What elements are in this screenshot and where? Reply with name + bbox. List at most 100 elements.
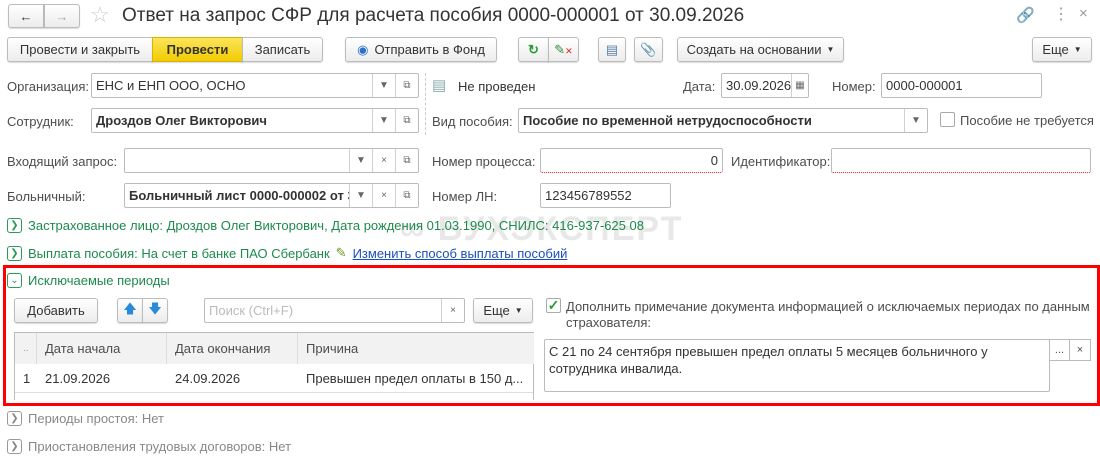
ln-field[interactable]: 123456789552 [540, 183, 671, 208]
org-label: Организация: [7, 79, 90, 94]
back-button[interactable]: ← [8, 4, 44, 28]
post-and-close-button[interactable]: Провести и закрыть [7, 37, 153, 62]
dropdown-button[interactable]: ▼ [349, 184, 372, 207]
save-button[interactable]: Записать [242, 37, 323, 62]
attach-button[interactable]: 📎 [634, 37, 663, 62]
chevron-right-icon: ❯ [7, 411, 22, 426]
open-button[interactable]: ⧉ [395, 184, 418, 207]
dropdown-button[interactable]: ▼ [372, 74, 395, 97]
open-button[interactable]: ⧉ [395, 109, 418, 132]
downtime-group[interactable]: ❯ Периоды простоя: Нет [7, 411, 164, 426]
benefit-type-label: Вид пособия: [432, 114, 513, 129]
paperclip-icon: 📎 [640, 41, 657, 57]
report-button[interactable]: ▤ [598, 37, 626, 62]
ln-label: Номер ЛН: [432, 189, 498, 204]
page-title: Ответ на запрос СФР для расчета пособия … [122, 5, 745, 26]
create-based-label: Создать на основании [686, 42, 822, 57]
suspension-text: Приостановления трудовых договоров: Нет [28, 439, 292, 454]
excluded-title: Исключаемые периоды [28, 273, 170, 288]
forward-button[interactable]: → [44, 4, 80, 28]
open-button[interactable]: ⧉ [395, 149, 418, 172]
incoming-field[interactable]: ▼ × ⧉ [124, 148, 419, 173]
cell-end: 24.09.2026 [175, 371, 241, 386]
employee-field[interactable]: Дроздов Олег Викторович ▼ ⧉ [91, 108, 419, 133]
note-textarea[interactable]: С 21 по 24 сентября превышен предел опла… [544, 339, 1050, 392]
move-down-button[interactable]: 🡇 [142, 298, 168, 323]
fund-icon: ◉ [357, 41, 369, 57]
dropdown-button[interactable]: ▼ [904, 109, 927, 132]
chevron-down-icon: ⌄ [7, 273, 22, 288]
note-checkbox[interactable]: ✓ [546, 298, 561, 313]
note-checkbox-label: Дополнить примечание документа информаци… [566, 299, 1090, 330]
open-button[interactable]: ⧉ [395, 74, 418, 97]
table-more-button[interactable]: Еще ▼ [473, 298, 533, 323]
refresh-button[interactable]: ↻ [518, 37, 549, 62]
process-value: 0 [710, 153, 718, 168]
cancel-post-button[interactable]: ✎✕ [548, 37, 579, 62]
payment-text: Выплата пособия: На счет в банке ПАО Сбе… [28, 245, 330, 261]
date-label: Дата: [683, 79, 716, 94]
cell-index: 1 [23, 371, 31, 386]
add-button[interactable]: Добавить [14, 298, 98, 323]
chevron-down-icon: ▼ [826, 45, 835, 54]
clear-button[interactable]: × [372, 184, 395, 207]
clear-button[interactable]: × [372, 149, 395, 172]
process-label: Номер процесса: [432, 154, 536, 169]
document-icon: ▤ [432, 77, 447, 94]
note-clear-button[interactable]: × [1069, 339, 1091, 361]
date-field[interactable]: 30.09.2026 ▦ [721, 73, 809, 98]
refresh-icon: ↻ [528, 41, 539, 57]
more-button[interactable]: Еще ▼ [1032, 37, 1092, 62]
search-input[interactable]: Поиск (Ctrl+F) × [204, 298, 465, 323]
number-value: 0000-000001 [886, 78, 963, 93]
excluded-table: .. Дата начала Дата окончания Причина 1 … [14, 332, 534, 400]
chevron-right-icon: ❯ [7, 218, 22, 233]
arrow-up-icon: 🡅 [123, 300, 137, 316]
move-up-button[interactable]: 🡅 [117, 298, 143, 323]
status-text: Не проведен [458, 79, 536, 94]
payment-group[interactable]: ❯ Выплата пособия: На счет в банке ПАО Сб… [7, 245, 567, 261]
dropdown-button[interactable]: ▼ [349, 149, 372, 172]
table-row[interactable]: 1 21.09.2026 24.09.2026 Превышен предел … [15, 333, 533, 393]
incoming-label: Входящий запрос: [7, 154, 118, 169]
sick-value: Больничный лист 0000-000002 от 30.09.202… [129, 188, 349, 203]
not-required-checkbox[interactable] [940, 112, 955, 127]
number-field[interactable]: 0000-000001 [881, 73, 1042, 98]
not-required-label: Пособие не требуется [960, 113, 1094, 128]
pencil-icon: ✎ [335, 245, 347, 260]
process-field[interactable]: 0 [540, 148, 723, 173]
more-vertical-icon[interactable]: ⋮ [1053, 4, 1069, 24]
org-field[interactable]: ЕНС и ЕНП ООО, ОСНО ▼ ⧉ [91, 73, 419, 98]
excluded-periods-group[interactable]: ⌄ Исключаемые периоды [7, 273, 170, 288]
cell-start: 21.09.2026 [45, 371, 111, 386]
identifier-field[interactable] [831, 148, 1091, 173]
date-value: 30.09.2026 [726, 78, 792, 93]
search-placeholder: Поиск (Ctrl+F) [209, 303, 294, 318]
suspension-group[interactable]: ❯ Приостановления трудовых договоров: Нет [7, 439, 291, 454]
dropdown-button[interactable]: ▼ [372, 109, 395, 132]
chevron-right-icon: ❯ [7, 439, 22, 454]
sick-field[interactable]: Больничный лист 0000-000002 от 30.09.202… [124, 183, 419, 208]
send-to-fund-button[interactable]: ◉ Отправить в Фонд [345, 37, 497, 62]
close-icon[interactable]: × [1079, 5, 1088, 22]
insured-group[interactable]: ❯ Застрахованное лицо: Дроздов Олег Викто… [7, 218, 644, 233]
post-button[interactable]: Провести [152, 37, 243, 62]
more-label: Еще [1042, 42, 1069, 57]
clear-search-button[interactable]: × [441, 299, 464, 322]
chevron-right-icon: ❯ [7, 245, 22, 261]
identifier-label: Идентификатор: [731, 154, 831, 169]
link-icon[interactable]: 🔗 [1016, 6, 1035, 24]
star-icon[interactable]: ☆ [90, 2, 110, 28]
benefit-type-field[interactable]: Пособие по временной нетрудоспособности ▼ [518, 108, 928, 133]
pencil-cross-icon: ✎✕ [554, 41, 573, 57]
cell-reason: Превышен предел оплаты в 150 д... [306, 371, 524, 386]
note-select-button[interactable]: ... [1049, 339, 1070, 361]
more-label: Еще [483, 303, 510, 318]
employee-label: Сотрудник: [7, 114, 74, 129]
divider [425, 73, 426, 135]
change-payment-link[interactable]: Изменить способ выплаты пособий [353, 246, 568, 261]
create-based-button[interactable]: Создать на основании ▼ [677, 37, 844, 62]
chevron-down-icon: ▼ [514, 306, 523, 315]
calendar-icon[interactable]: ▦ [791, 74, 808, 97]
list-icon: ▤ [605, 41, 619, 57]
